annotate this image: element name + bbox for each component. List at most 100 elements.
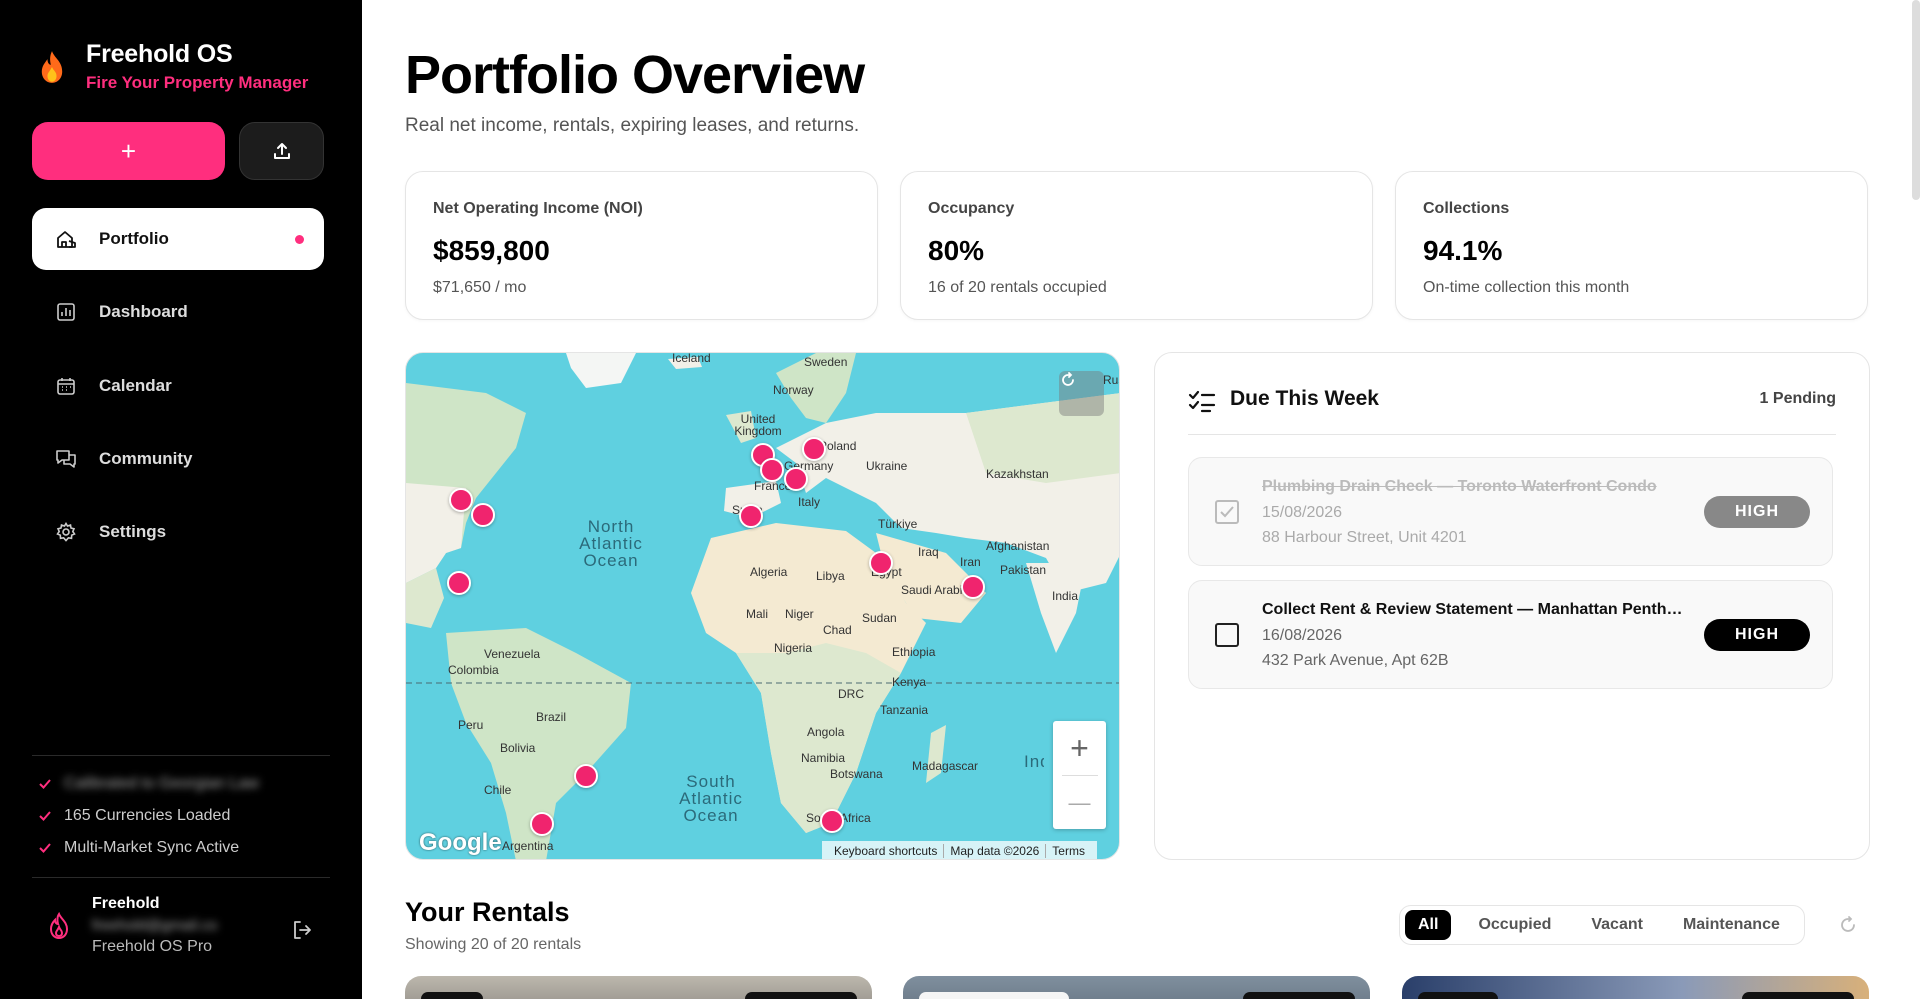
check-icon (39, 811, 51, 821)
filter-vacant[interactable]: Vacant (1578, 910, 1656, 940)
property-pin[interactable] (574, 764, 598, 788)
filter-occupied[interactable]: Occupied (1465, 910, 1564, 940)
user-email: freehold@gmail.co (92, 917, 218, 934)
filter-maintenance[interactable]: Maintenance (1670, 910, 1793, 940)
check-icon (39, 843, 51, 853)
check-icon (1220, 506, 1234, 518)
property-pin[interactable] (449, 488, 473, 512)
user-profile[interactable]: Freehold freehold@gmail.co Freehold OS P… (46, 895, 217, 956)
nav-label: Settings (99, 522, 167, 541)
kpi-label: Collections (1423, 200, 1510, 217)
map-label: Türkiye (878, 517, 918, 531)
map-label: Pakistan (1000, 563, 1047, 577)
task-date: 15/08/2026 (1262, 504, 1343, 521)
task-checkbox[interactable] (1215, 623, 1239, 647)
nav-item-calendar[interactable]: Calendar (32, 355, 324, 417)
upload-icon (273, 143, 290, 159)
card-badge (1418, 992, 1498, 999)
map-label: Iceland (672, 352, 711, 365)
property-pin[interactable] (760, 458, 784, 482)
map-label: Libya (816, 569, 845, 583)
task-item[interactable]: Collect Rent & Review Statement — Manhat… (1188, 580, 1833, 689)
user-name: Freehold (92, 895, 160, 912)
filter-all[interactable]: All (1405, 910, 1452, 940)
map-data-text: Map data ©2026 (944, 844, 1047, 858)
logout-icon[interactable] (290, 918, 314, 942)
rental-card[interactable] (903, 976, 1370, 999)
bar-chart-icon (54, 300, 78, 324)
user-plan: Freehold OS Pro (92, 938, 213, 955)
map-label: Iran (960, 555, 981, 569)
page-scrollbar[interactable] (1912, 0, 1920, 200)
property-pin[interactable] (820, 809, 844, 833)
rental-card[interactable] (1402, 976, 1869, 999)
keyboard-shortcuts-link[interactable]: Keyboard shortcuts (828, 844, 945, 858)
ocean-label: South Atlantic Ocean (679, 772, 743, 825)
kpi-sub: $71,650 / mo (433, 279, 527, 296)
checklist-icon (1188, 390, 1216, 413)
brand[interactable]: Freehold OS Fire Your Property Manager (38, 40, 308, 93)
nav-label: Portfolio (99, 229, 169, 248)
property-pin[interactable] (869, 551, 893, 575)
map-label: Chad (823, 623, 852, 637)
property-pin[interactable] (802, 437, 826, 461)
rental-card[interactable] (405, 976, 872, 999)
page-title: Portfolio Overview (405, 45, 865, 105)
rentals-count: Showing 20 of 20 rentals (405, 936, 582, 953)
nav-item-settings[interactable]: Settings (32, 501, 324, 563)
calendar-icon (54, 374, 78, 398)
card-badge (1742, 992, 1854, 999)
rental-filter-tabs: All Occupied Vacant Maintenance (1399, 905, 1805, 945)
map-label: Saudi Arabia (901, 583, 970, 597)
card-badge (919, 992, 1069, 999)
zoom-out-button[interactable]: — (1053, 776, 1106, 830)
map-label: Niger (785, 607, 814, 621)
map-label: Kenya (892, 675, 927, 689)
status-item: Calibrated to Georgian Law (38, 775, 259, 793)
map-label: Iraq (918, 545, 939, 559)
task-date: 16/08/2026 (1262, 627, 1343, 644)
brand-name: Freehold OS (86, 40, 233, 68)
nav-item-community[interactable]: Community (32, 428, 324, 490)
map-label: Ukraine (866, 459, 908, 473)
property-pin[interactable] (447, 571, 471, 595)
refresh-icon[interactable] (1838, 915, 1858, 935)
property-pin[interactable] (530, 812, 554, 836)
nav-item-portfolio[interactable]: Portfolio (32, 208, 324, 270)
map-label: Sweden (804, 355, 848, 369)
kpi-label: Occupancy (928, 200, 1015, 217)
upload-button[interactable] (239, 122, 324, 180)
nav-item-dashboard[interactable]: Dashboard (32, 281, 324, 343)
map-label: Brazil (536, 710, 567, 724)
zoom-in-button[interactable]: + (1053, 721, 1106, 775)
due-header: Due This Week 1 Pending (1188, 387, 1836, 435)
property-pin[interactable] (739, 504, 763, 528)
map-label: India (1052, 589, 1079, 603)
task-address: 432 Park Avenue, Apt 62B (1262, 652, 1449, 669)
kpi-sub: On-time collection this month (1423, 279, 1630, 296)
terms-link[interactable]: Terms (1046, 844, 1091, 858)
flame-avatar-icon (49, 911, 69, 939)
task-item[interactable]: Plumbing Drain Check — Toronto Waterfron… (1188, 457, 1833, 566)
priority-badge: HIGH (1704, 496, 1810, 528)
property-pin[interactable] (961, 575, 985, 599)
map-label: Italy (798, 495, 821, 509)
map-label: Nigeria (774, 641, 813, 655)
property-pin[interactable] (471, 503, 495, 527)
add-property-button[interactable]: + (32, 122, 225, 180)
page-subtitle: Real net income, rentals, expiring lease… (405, 115, 860, 136)
google-logo: Google (419, 829, 502, 856)
task-checkbox[interactable] (1215, 500, 1239, 524)
map-label: Sudan (862, 611, 897, 625)
map-label: Chile (484, 783, 512, 797)
property-pin[interactable] (784, 467, 808, 491)
priority-badge: HIGH (1704, 619, 1810, 651)
map-reset-button[interactable] (1059, 371, 1104, 416)
portfolio-map[interactable]: Iceland Sweden Norway United Kingdom Pol… (405, 352, 1120, 860)
card-badge (421, 992, 483, 999)
map-label: Angola (807, 725, 845, 739)
due-title: Due This Week (1230, 387, 1379, 410)
map-label: Colombia (448, 663, 499, 677)
brand-tagline: Fire Your Property Manager (86, 73, 309, 92)
map-label: Rus (1103, 373, 1119, 387)
